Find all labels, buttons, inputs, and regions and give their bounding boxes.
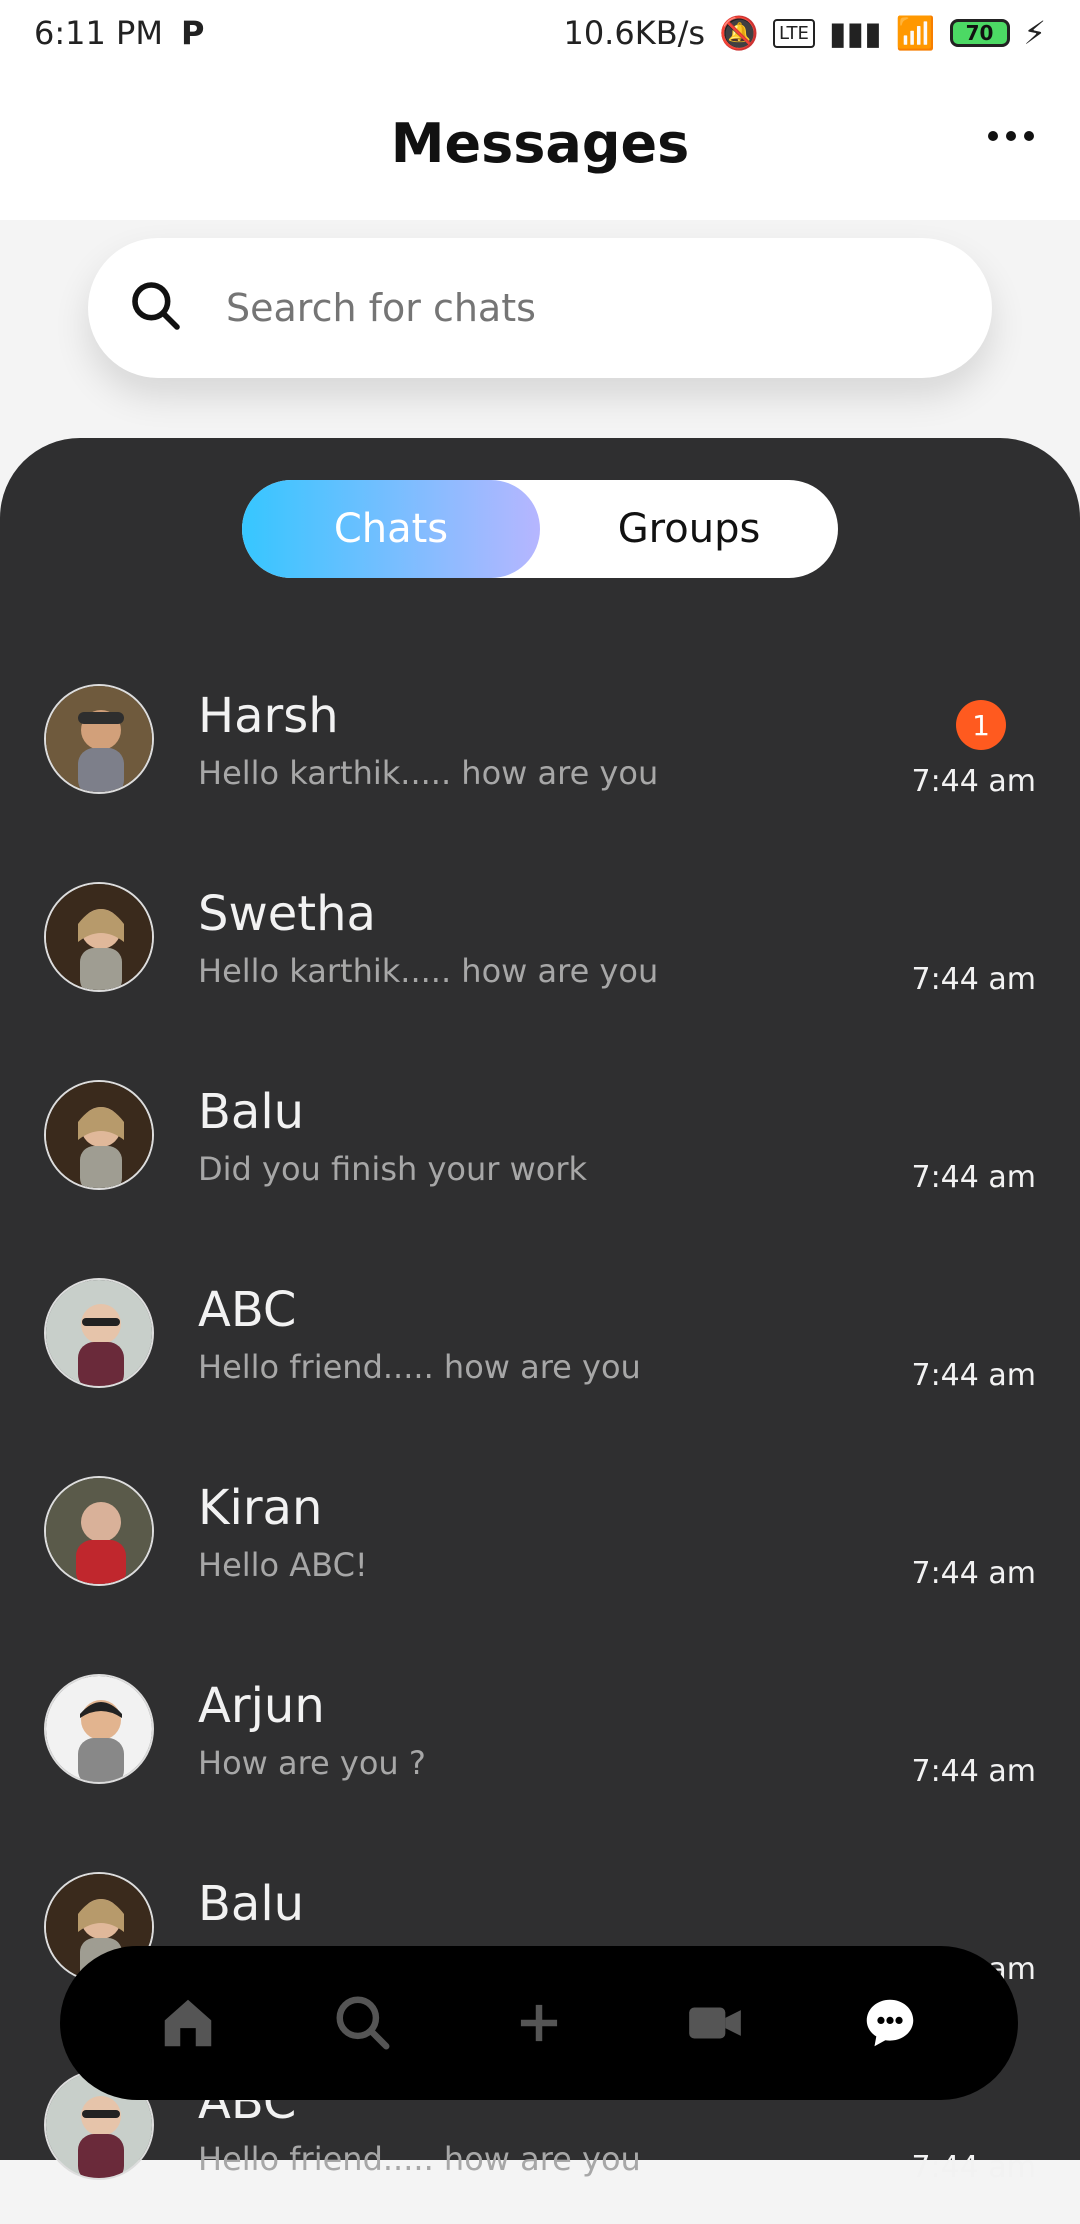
tab-chats[interactable]: Chats	[242, 480, 540, 578]
chat-panel: Chats Groups Harsh Hello karthik..... ho…	[0, 438, 1080, 2185]
message-time: 7:44 am	[911, 962, 1036, 997]
search-icon[interactable]	[328, 1988, 398, 2058]
status-bar: 6:11 PM P 10.6KB/s 🔕 LTE ▮▮▮ 📶 70 ⚡	[0, 0, 1080, 66]
video-camera-icon[interactable]	[680, 1988, 750, 2058]
p-icon: P	[180, 14, 205, 52]
contact-name: Swetha	[198, 886, 376, 942]
contact-name: Arjun	[198, 1678, 325, 1734]
avatar	[44, 1674, 154, 1784]
contact-name: Balu	[198, 1876, 305, 1932]
tab-groups[interactable]: Groups	[540, 480, 838, 578]
page-title: Messages	[390, 111, 690, 175]
avatar	[44, 1476, 154, 1586]
avatar	[44, 1278, 154, 1388]
message-time: 7:44 am	[911, 2150, 1036, 2185]
list-item[interactable]: Swetha Hello karthik..... how are you 7:…	[0, 838, 1080, 1036]
message-preview: Hello ABC!	[198, 1546, 368, 1584]
message-preview: Did you finish your work	[198, 1150, 587, 1188]
mute-icon: 🔕	[719, 14, 759, 52]
message-preview: Hello friend..... how are you	[198, 1348, 641, 1386]
message-time: 7:44 am	[911, 1556, 1036, 1591]
list-item[interactable]: ABC Hello friend..... how are you 7:44 a…	[0, 1234, 1080, 1432]
avatar	[44, 684, 154, 794]
wifi-icon: 📶	[895, 14, 936, 52]
message-preview: Hello karthik..... how are you	[198, 952, 659, 990]
search-input[interactable]	[224, 285, 928, 331]
message-preview: How are you ?	[198, 1744, 426, 1782]
signal-icon: ▮▮▮	[828, 14, 882, 52]
search-icon	[128, 278, 184, 338]
list-item[interactable]: Balu Did you finish your work 7:44 am	[0, 1036, 1080, 1234]
avatar	[44, 1080, 154, 1190]
volte-icon: LTE	[772, 18, 815, 48]
search-bar[interactable]	[88, 238, 992, 378]
message-preview: Hello friend..... how are you	[198, 2140, 641, 2178]
contact-name: Harsh	[198, 688, 339, 744]
unread-badge: 1	[956, 700, 1006, 750]
message-time: 7:44 am	[911, 1160, 1036, 1195]
plus-icon[interactable]	[504, 1988, 574, 2058]
tab-toggle: Chats Groups	[242, 480, 838, 578]
contact-name: Balu	[198, 1084, 305, 1140]
avatar	[44, 882, 154, 992]
header: Messages	[0, 66, 1080, 220]
charging-icon: ⚡	[1023, 14, 1046, 52]
battery-icon: 70	[949, 19, 1010, 47]
status-time: 6:11 PM	[34, 14, 163, 52]
network-speed: 10.6KB/s	[563, 14, 706, 52]
message-time: 7:44 am	[911, 1754, 1036, 1789]
bottom-nav	[60, 1946, 1018, 2100]
message-time: 7:44 am	[911, 1358, 1036, 1393]
list-item[interactable]: Arjun How are you ? 7:44 am	[0, 1630, 1080, 1828]
message-time: 7:44 am	[911, 764, 1036, 799]
list-item[interactable]: Harsh Hello karthik..... how are you 1 7…	[0, 640, 1080, 838]
more-icon[interactable]	[988, 124, 1036, 148]
chat-bubble-icon[interactable]	[855, 1988, 925, 2058]
message-preview: Hello karthik..... how are you	[198, 754, 659, 792]
list-item[interactable]: Kiran Hello ABC! 7:44 am	[0, 1432, 1080, 1630]
contact-name: Kiran	[198, 1480, 323, 1536]
contact-name: ABC	[198, 1282, 297, 1338]
battery-level: 70	[965, 21, 994, 45]
home-icon[interactable]	[153, 1988, 223, 2058]
